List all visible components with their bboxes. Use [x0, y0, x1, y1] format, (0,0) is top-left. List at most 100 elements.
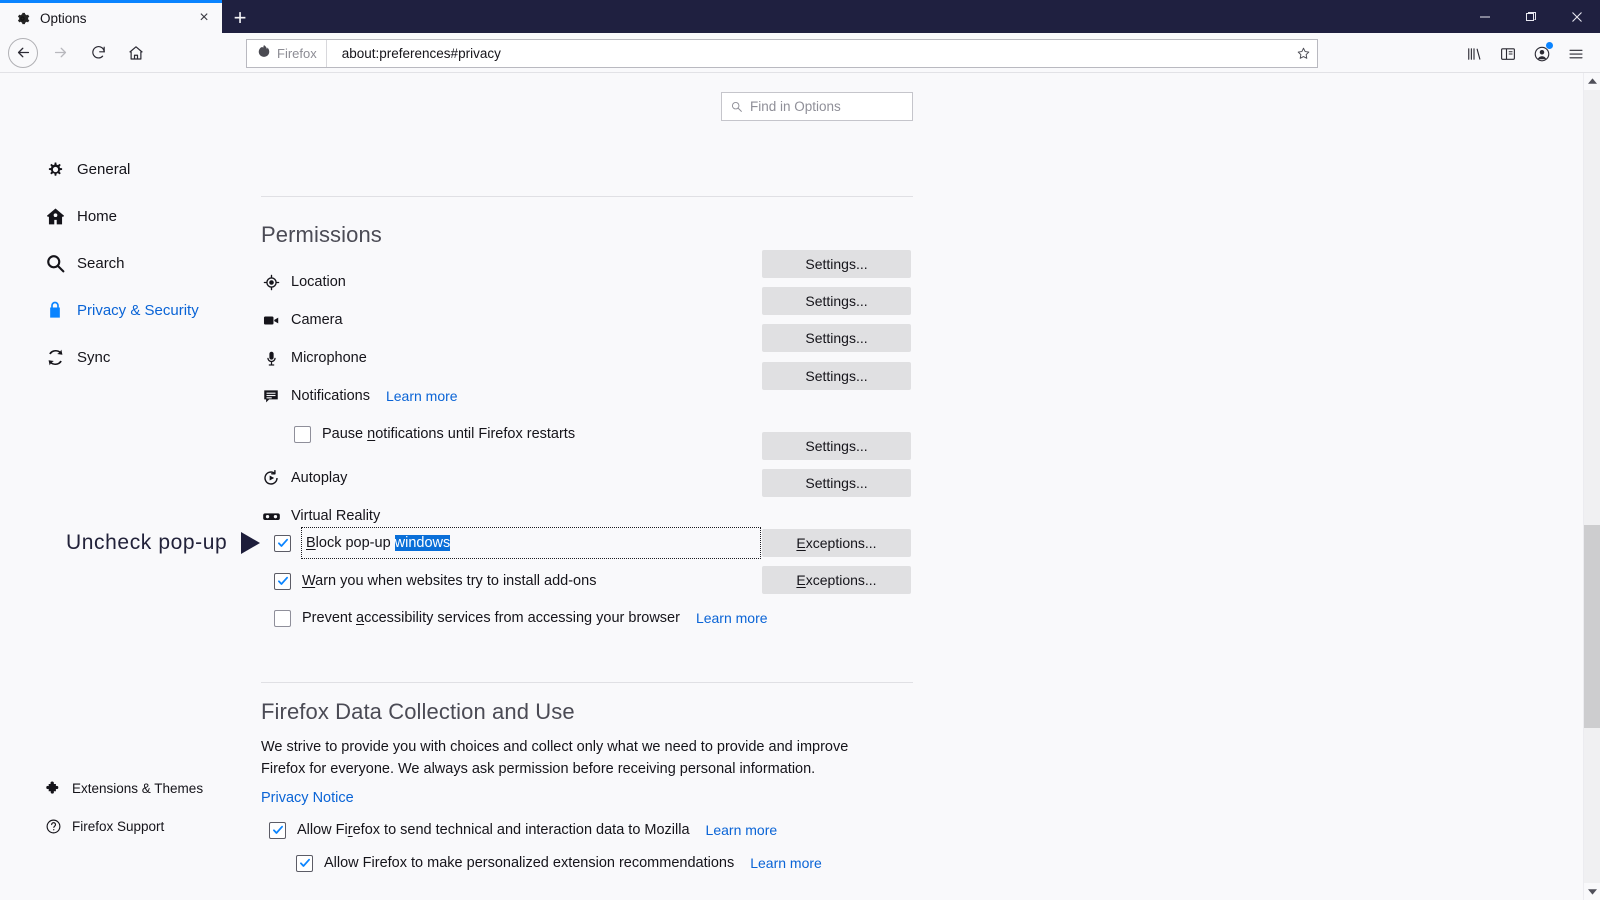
- vr-icon: [261, 506, 281, 526]
- settings-button-location[interactable]: Settings...: [762, 250, 911, 278]
- block-popups-label: Block pop-up windows: [306, 535, 451, 551]
- permission-label: Camera: [291, 312, 343, 328]
- autoplay-icon: [261, 468, 281, 488]
- annotation-callout: Uncheck pop-up: [66, 531, 261, 555]
- permission-label: Virtual Reality: [291, 508, 381, 524]
- title-bar: Options × +: [0, 0, 1600, 33]
- allow-recommendations-row[interactable]: Allow Firefox to make personalized exten…: [296, 848, 822, 878]
- account-notification-dot: [1546, 42, 1553, 49]
- permission-label: Microphone: [291, 350, 367, 366]
- preferences-sidebar-bottom: Extensions & Themes Firefox Support: [0, 773, 240, 849]
- privacy-panel: Permissions Location Camera Microphone N…: [261, 73, 913, 872]
- toolbar-actions: [1458, 39, 1592, 69]
- sidebar-item-sync[interactable]: Sync: [0, 339, 240, 375]
- permission-label: Notifications: [291, 388, 370, 404]
- warn-addons-checkbox[interactable]: [274, 572, 291, 590]
- app-menu-icon[interactable]: [1560, 39, 1592, 69]
- settings-button-virtual-reality[interactable]: Settings...: [762, 469, 911, 497]
- window-minimize-button[interactable]: [1462, 0, 1508, 33]
- bookmark-star-icon[interactable]: [1289, 46, 1317, 61]
- back-button[interactable]: [8, 37, 38, 68]
- gear-icon: [44, 158, 66, 180]
- sidebar-icon[interactable]: [1492, 39, 1524, 69]
- allow-technical-data-checkbox[interactable]: [269, 821, 286, 839]
- scroll-up-arrow-icon[interactable]: [1584, 73, 1600, 90]
- settings-button-microphone[interactable]: Settings...: [762, 324, 911, 352]
- url-bar[interactable]: Firefox about:preferences#privacy: [246, 39, 1318, 68]
- learn-more-link-recommendations[interactable]: Learn more: [750, 855, 822, 871]
- sidebar-item-home[interactable]: Home: [0, 198, 240, 234]
- learn-more-link-technical[interactable]: Learn more: [706, 822, 778, 838]
- browser-tab-options[interactable]: Options ×: [0, 0, 222, 33]
- question-circle-icon: [44, 817, 62, 835]
- permissions-heading: Permissions: [261, 222, 382, 247]
- puzzle-icon: [44, 779, 62, 797]
- warn-addons-row[interactable]: Warn you when websites try to install ad…: [274, 566, 596, 596]
- allow-technical-data-label: Allow Firefox to send technical and inte…: [297, 822, 690, 838]
- notification-icon: [261, 386, 281, 406]
- settings-button-notifications[interactable]: Settings...: [762, 362, 911, 390]
- forward-button[interactable]: [44, 37, 76, 69]
- exceptions-label: Exceptions...: [796, 572, 877, 588]
- camera-icon: [261, 310, 281, 330]
- block-popups-checkbox[interactable]: [274, 534, 291, 552]
- prevent-accessibility-row[interactable]: Prevent accessibility services from acce…: [274, 603, 768, 633]
- scrollbar-thumb[interactable]: [1584, 525, 1600, 728]
- gear-icon: [14, 10, 31, 27]
- block-popups-row[interactable]: Block pop-up windows: [274, 527, 761, 559]
- settings-button-camera[interactable]: Settings...: [762, 287, 911, 315]
- learn-more-link-accessibility[interactable]: Learn more: [696, 610, 768, 626]
- account-icon[interactable]: [1526, 39, 1558, 69]
- permission-row-virtual-reality: Virtual Reality: [261, 503, 913, 529]
- scroll-down-arrow-icon[interactable]: [1584, 883, 1600, 900]
- paragraph-line-2: Firefox for everyone. We always ask perm…: [261, 761, 816, 778]
- url-chip-label: Firefox: [277, 46, 317, 61]
- prevent-accessibility-checkbox[interactable]: [274, 609, 291, 627]
- sidebar-item-firefox-support[interactable]: Firefox Support: [0, 811, 240, 841]
- sidebar-item-extensions-themes[interactable]: Extensions & Themes: [0, 773, 240, 803]
- sidebar-item-label: Sync: [77, 348, 111, 366]
- home-icon: [44, 205, 66, 227]
- sidebar-item-label: Extensions & Themes: [72, 780, 204, 796]
- new-tab-button[interactable]: +: [222, 2, 258, 33]
- window-maximize-button[interactable]: [1508, 0, 1554, 33]
- library-icon[interactable]: [1458, 39, 1490, 69]
- privacy-notice-link[interactable]: Privacy Notice: [261, 790, 354, 806]
- learn-more-link-notifications[interactable]: Learn more: [386, 388, 458, 404]
- pause-notifications-label: Pause notifications until Firefox restar…: [322, 426, 576, 442]
- settings-button-autoplay[interactable]: Settings...: [762, 432, 911, 460]
- warn-addons-label: Warn you when websites try to install ad…: [302, 573, 597, 589]
- triangle-right-icon: [241, 532, 261, 554]
- exceptions-button-addons[interactable]: Exceptions...: [762, 566, 911, 594]
- url-text[interactable]: about:preferences#privacy: [327, 46, 1289, 61]
- page-scrollbar[interactable]: [1583, 73, 1600, 900]
- scrollbar-track[interactable]: [1584, 90, 1600, 883]
- search-icon: [44, 252, 66, 274]
- lock-icon: [44, 299, 66, 321]
- sidebar-item-label: General: [77, 160, 131, 178]
- tab-close-icon[interactable]: ×: [194, 8, 214, 28]
- data-collection-paragraph: We strive to provide you with choices an…: [261, 736, 891, 781]
- sidebar-item-search[interactable]: Search: [0, 245, 240, 281]
- exceptions-button-popups[interactable]: Exceptions...: [762, 529, 911, 557]
- sync-icon: [44, 346, 66, 368]
- sidebar-item-label: Search: [77, 254, 125, 272]
- selected-text: windows: [394, 535, 451, 551]
- url-identity-chip: Firefox: [247, 40, 327, 67]
- reload-button[interactable]: [82, 37, 114, 69]
- home-button[interactable]: [120, 37, 152, 69]
- permission-label: Location: [291, 274, 346, 290]
- microphone-icon: [261, 348, 281, 368]
- pause-notifications-checkbox[interactable]: [294, 425, 311, 443]
- window-close-button[interactable]: [1554, 0, 1600, 33]
- sidebar-item-privacy-security[interactable]: Privacy & Security: [0, 292, 240, 328]
- sidebar-item-label: Privacy & Security: [77, 301, 199, 319]
- allow-recommendations-checkbox[interactable]: [296, 854, 313, 872]
- allow-recommendations-label: Allow Firefox to make personalized exten…: [324, 855, 735, 871]
- sidebar-item-label: Firefox Support: [72, 818, 165, 834]
- block-popups-focus-ring: Block pop-up windows: [301, 527, 761, 559]
- allow-technical-data-row[interactable]: Allow Firefox to send technical and inte…: [269, 815, 777, 845]
- sidebar-item-general[interactable]: General: [0, 151, 240, 187]
- preferences-content: General Home Search Privacy & Security S: [0, 73, 1600, 900]
- data-collection-heading: Firefox Data Collection and Use: [261, 699, 575, 724]
